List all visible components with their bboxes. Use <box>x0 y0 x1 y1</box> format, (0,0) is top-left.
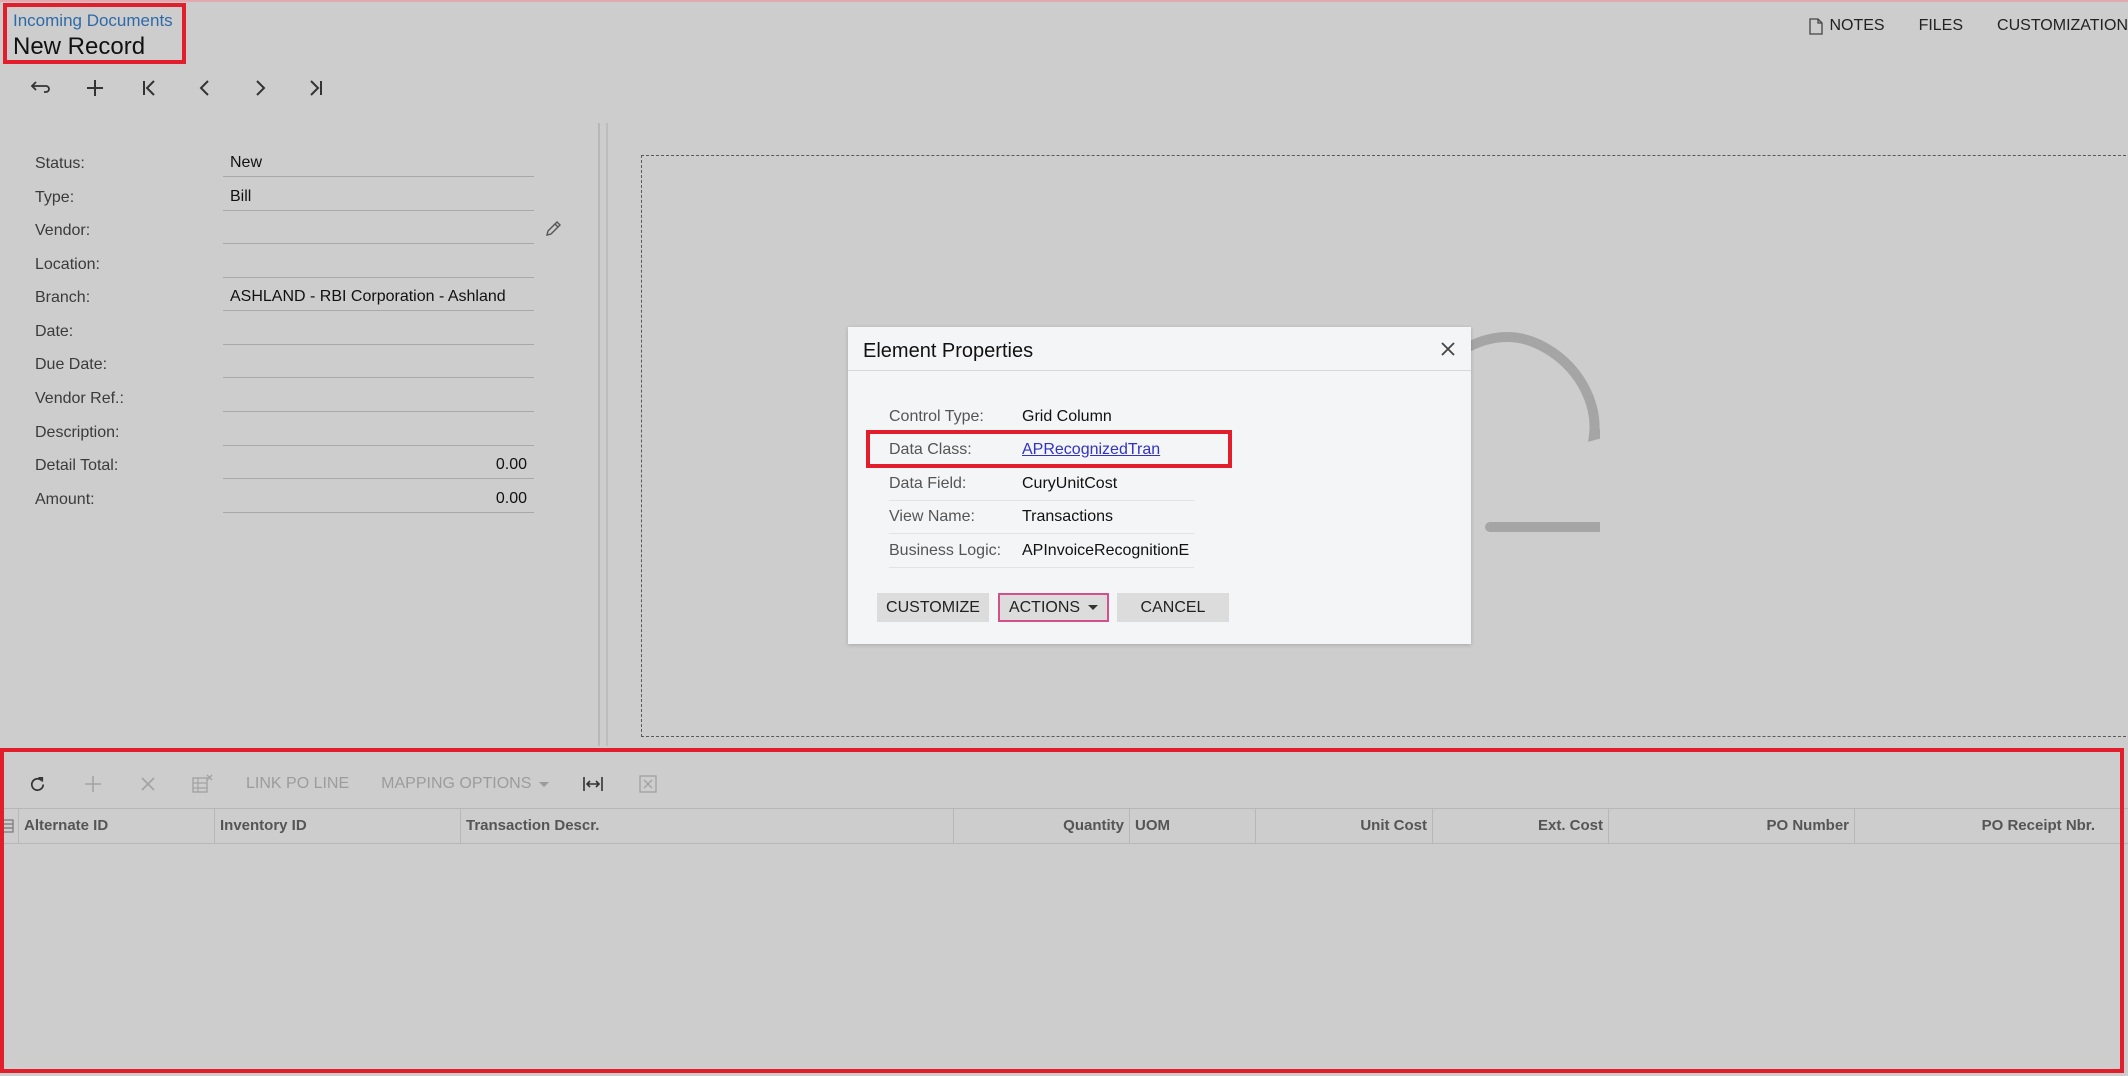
next-record-button[interactable] <box>232 74 287 102</box>
actions-button[interactable]: ACTIONS <box>998 593 1109 622</box>
description-row: Description: <box>35 416 565 450</box>
amount-row: Amount: 0.00 <box>35 483 565 517</box>
date-label: Date: <box>35 323 74 340</box>
view-name-row: View Name: Transactions <box>889 500 1194 534</box>
notes-icon <box>1809 17 1824 35</box>
dialog-header: Element Properties <box>848 327 1471 371</box>
first-record-icon <box>142 80 155 96</box>
branch-row: Branch: ASHLAND - RBI Corporation - Ashl… <box>35 281 565 315</box>
description-field[interactable] <box>223 416 534 446</box>
type-field[interactable]: Bill <box>223 181 534 211</box>
data-field-value: CuryUnitCost <box>1022 475 1118 492</box>
dialog-title: Element Properties <box>863 340 1034 362</box>
top-accent-line <box>0 0 2128 2</box>
branch-field[interactable]: ASHLAND - RBI Corporation - Ashland <box>223 281 534 311</box>
view-name-label: View Name: <box>889 508 975 525</box>
notes-link[interactable]: NOTES <box>1809 17 1885 35</box>
cancel-button-label: CANCEL <box>1140 598 1206 616</box>
vendor-ref-field[interactable] <box>223 382 534 412</box>
due-date-label: Due Date: <box>35 356 108 373</box>
control-type-value: Grid Column <box>1022 408 1112 425</box>
add-button[interactable] <box>67 74 122 102</box>
panel-splitter[interactable] <box>606 123 608 746</box>
next-record-icon <box>255 80 265 96</box>
add-icon <box>86 80 103 96</box>
detail-total-field: 0.00 <box>223 449 534 479</box>
last-record-icon <box>309 80 322 96</box>
date-field[interactable] <box>223 315 534 345</box>
amount-field: 0.00 <box>223 483 534 513</box>
view-name-value: Transactions <box>1022 508 1113 525</box>
type-row: Type: Bill <box>35 181 565 215</box>
business-logic-label: Business Logic: <box>889 542 1002 559</box>
undo-button[interactable] <box>12 74 67 102</box>
status-row: Status: New <box>35 147 565 181</box>
pencil-icon[interactable] <box>544 220 562 238</box>
vendor-label: Vendor: <box>35 222 91 239</box>
vendor-row: Vendor: <box>35 214 565 248</box>
vendor-ref-row: Vendor Ref.: <box>35 382 565 416</box>
customization-link[interactable]: CUSTOMIZATION <box>1997 17 2128 35</box>
files-link[interactable]: FILES <box>1919 17 1963 35</box>
record-navigation-toolbar <box>12 74 342 102</box>
notes-label: NOTES <box>1829 17 1885 34</box>
chevron-down-icon <box>1088 605 1099 610</box>
vendor-field[interactable] <box>223 214 534 244</box>
control-type-row: Control Type: Grid Column <box>889 400 1194 434</box>
actions-button-label: ACTIONS <box>1008 598 1081 616</box>
data-field-label: Data Field: <box>889 475 967 492</box>
last-record-button[interactable] <box>287 74 342 102</box>
amount-label: Amount: <box>35 491 95 508</box>
business-logic-value: APInvoiceRecognitionE <box>1022 542 1190 559</box>
vendor-ref-label: Vendor Ref.: <box>35 390 124 407</box>
close-icon[interactable] <box>1439 340 1457 358</box>
files-label: FILES <box>1918 17 1964 34</box>
location-row: Location: <box>35 248 565 282</box>
previous-record-icon <box>199 80 209 96</box>
first-record-button[interactable] <box>122 74 177 102</box>
customize-button-label: CUSTOMIZE <box>886 598 980 616</box>
date-row: Date: <box>35 315 565 349</box>
due-date-row: Due Date: <box>35 348 565 382</box>
location-field[interactable] <box>223 248 534 278</box>
status-field[interactable]: New <box>223 147 534 177</box>
title-highlight <box>3 3 186 64</box>
data-class-highlight <box>866 430 1232 468</box>
control-type-label: Control Type: <box>889 408 984 425</box>
branch-label: Branch: <box>35 289 91 306</box>
undo-icon <box>30 81 50 93</box>
business-logic-row: Business Logic: APInvoiceRecognitionE <box>889 534 1194 568</box>
element-properties-dialog: Element Properties Control Type: Grid Co… <box>848 327 1471 644</box>
top-links: NOTES FILES CUSTOMIZATION <box>1775 17 2128 35</box>
document-form: Status: New Type: Bill Vendor: Location:… <box>0 123 600 746</box>
grid-highlight <box>0 748 2124 1073</box>
data-field-row: Data Field: CuryUnitCost <box>889 467 1194 501</box>
cancel-button[interactable]: CANCEL <box>1117 593 1229 622</box>
description-label: Description: <box>35 424 120 441</box>
customize-button[interactable]: CUSTOMIZE <box>877 593 989 622</box>
location-label: Location: <box>35 256 100 273</box>
previous-record-button[interactable] <box>177 74 232 102</box>
status-label: Status: <box>35 155 85 172</box>
detail-total-label: Detail Total: <box>35 457 119 474</box>
detail-total-row: Detail Total: 0.00 <box>35 449 565 483</box>
type-label: Type: <box>35 189 75 206</box>
customization-label: CUSTOMIZATION <box>1997 17 2128 34</box>
due-date-field[interactable] <box>223 348 534 378</box>
